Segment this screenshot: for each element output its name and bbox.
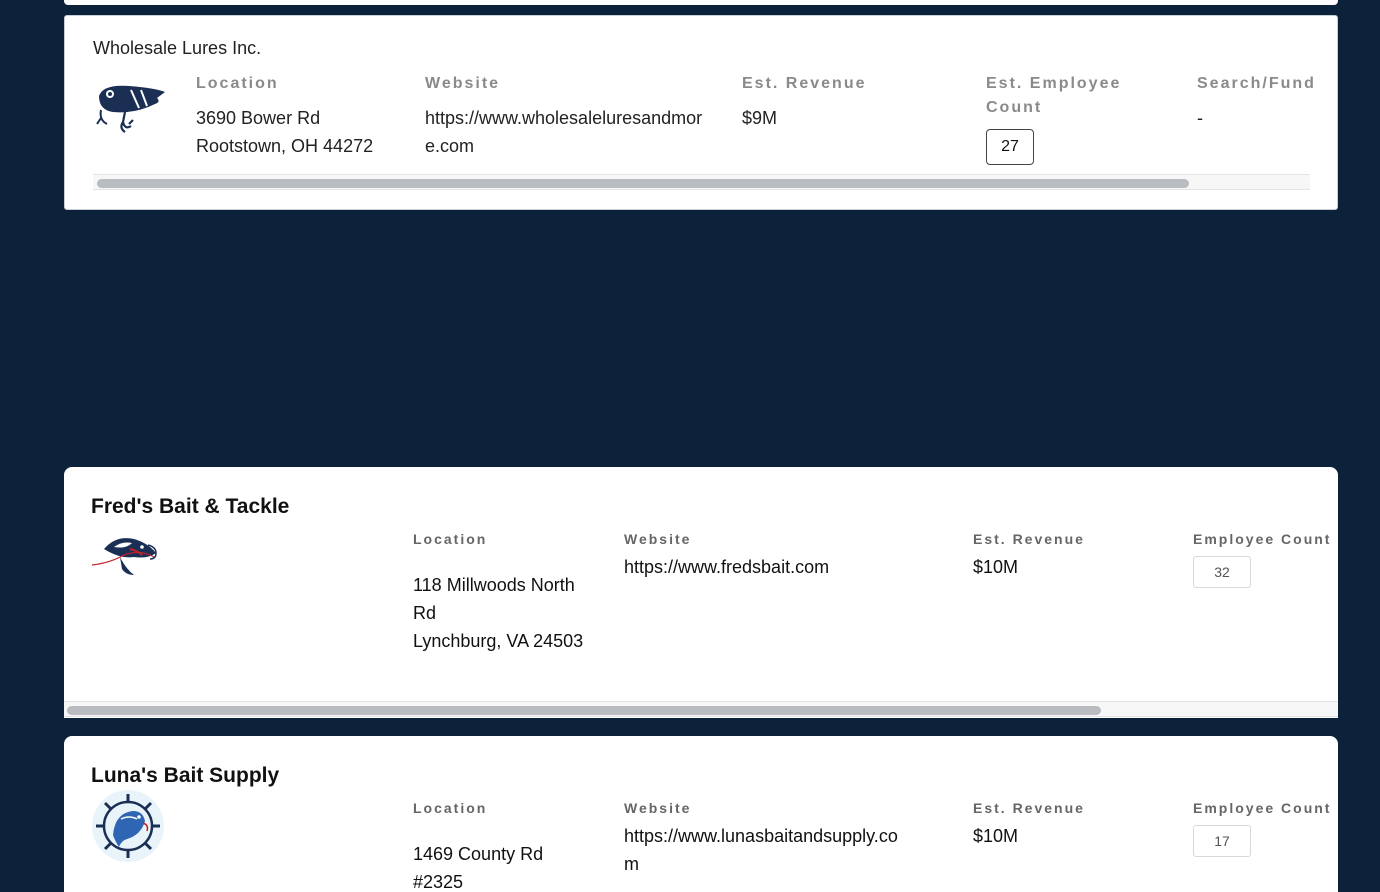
scrollbar-thumb[interactable] bbox=[97, 179, 1189, 188]
website-label: Website bbox=[624, 800, 692, 816]
website-link[interactable]: https://www.wholesaleluresandmor e.com bbox=[425, 104, 702, 160]
fishing-lure-icon bbox=[96, 85, 165, 133]
address-line-1: 118 Millwoods North bbox=[413, 575, 575, 595]
company-name: Wholesale Lures Inc. bbox=[93, 38, 262, 58]
fish-wheel-logo bbox=[92, 790, 164, 862]
website-link[interactable]: https://www.lunasbaitandsupply.co m bbox=[624, 822, 898, 878]
revenue-label: Est. Revenue bbox=[973, 531, 1085, 547]
address-line-1: 3690 Bower Rd bbox=[196, 108, 321, 128]
horizontal-scrollbar[interactable] bbox=[93, 174, 1310, 190]
revenue-label: Est. Revenue bbox=[973, 800, 1085, 816]
website-line-2[interactable]: m bbox=[624, 850, 898, 878]
company-name: Luna's Bait Supply bbox=[91, 764, 280, 787]
revenue-value: $9M bbox=[742, 108, 778, 128]
employee-count-badge: 32 bbox=[1193, 556, 1251, 588]
search-fund-value: - bbox=[1197, 108, 1203, 128]
employee-count-label: Employee Count bbox=[1193, 531, 1332, 547]
location-value: 3690 Bower Rd Rootstown, OH 44272 bbox=[196, 104, 373, 160]
scrollbar-thumb[interactable] bbox=[67, 706, 1101, 715]
company-card-lunas-bait: Luna's Bait Supply Location 1469 County … bbox=[64, 736, 1338, 892]
website-line-1[interactable]: https://www.wholesaleluresandmor bbox=[425, 104, 702, 132]
search-fund-label: Search/Fund bbox=[1197, 75, 1316, 92]
employee-label-line-1: Est. Employee bbox=[986, 75, 1122, 92]
revenue-value: $10M bbox=[973, 557, 1019, 577]
revenue-value: $10M bbox=[973, 826, 1019, 846]
company-card-freds-bait: Fred's Bait & Tackle Location 118 Millwo… bbox=[64, 467, 1338, 718]
address-line-1: 1469 County Rd bbox=[413, 844, 544, 864]
address-line-2: #2325 bbox=[413, 872, 464, 892]
address-line-2: Rd bbox=[413, 603, 437, 623]
website-label: Website bbox=[425, 75, 501, 92]
previous-card-bottom bbox=[64, 0, 1338, 5]
revenue-label: Est. Revenue bbox=[742, 75, 867, 92]
location-value: 1469 County Rd #2325 bbox=[413, 840, 543, 892]
location-value: 118 Millwoods North Rd Lynchburg, VA 245… bbox=[413, 571, 583, 655]
address-line-2: Rootstown, OH 44272 bbox=[196, 136, 374, 156]
employee-count-label: Employee Count bbox=[1193, 800, 1332, 816]
location-label: Location bbox=[196, 75, 279, 92]
address-line-3: Lynchburg, VA 24503 bbox=[413, 631, 584, 651]
website-label: Website bbox=[624, 531, 692, 547]
employee-label-line-2: Count bbox=[986, 99, 1043, 116]
employee-count-badge: 17 bbox=[1193, 825, 1251, 857]
company-card-wholesale-lures: Wholesale Lures Inc. Location 3690 Bower… bbox=[64, 15, 1338, 210]
location-label: Location bbox=[413, 800, 488, 816]
employee-count-badge: 27 bbox=[986, 129, 1034, 165]
employee-count-label: Est. Employee Count bbox=[986, 72, 1121, 120]
horizontal-scrollbar[interactable] bbox=[64, 701, 1338, 717]
website-line-1[interactable]: https://www.lunasbaitandsupply.co bbox=[624, 822, 898, 850]
fish-hook-logo bbox=[91, 538, 157, 575]
website-link[interactable]: https://www.fredsbait.com bbox=[624, 553, 829, 581]
company-name: Fred's Bait & Tackle bbox=[91, 495, 290, 518]
website-line-2[interactable]: e.com bbox=[425, 132, 702, 160]
location-label: Location bbox=[413, 531, 488, 547]
